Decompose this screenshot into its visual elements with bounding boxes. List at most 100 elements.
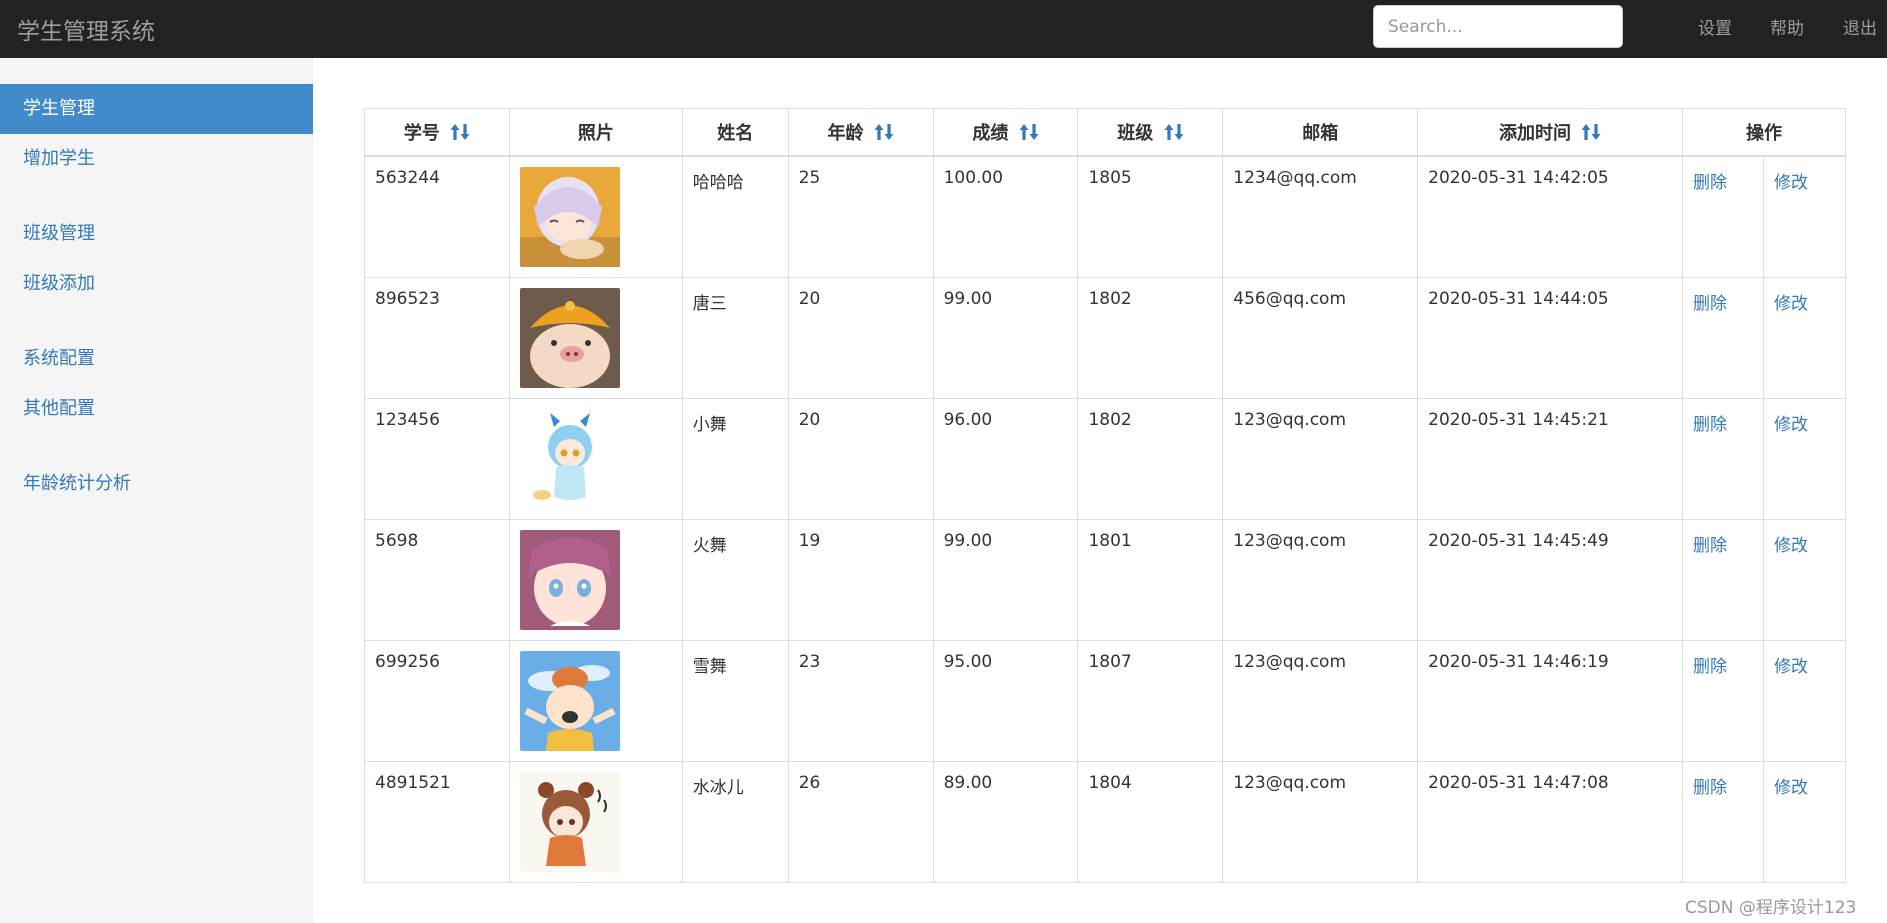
table-header-row: 学号 照片 姓名 年龄 成绩 班级 邮箱 添加时间 操作 bbox=[364, 108, 1846, 157]
sidebar-item-student-management[interactable]: 学生管理 bbox=[0, 84, 313, 134]
cell-class: 1802 bbox=[1077, 397, 1224, 520]
table-row: 896523 唐三 20 99.00 1802 456@qq.com 2020-… bbox=[364, 276, 1847, 399]
cell-score: 95.00 bbox=[932, 639, 1079, 762]
cell-photo bbox=[508, 276, 683, 399]
header-photo: 照片 bbox=[508, 108, 683, 157]
edit-link[interactable]: 修改 bbox=[1774, 294, 1808, 314]
edit-link[interactable]: 修改 bbox=[1774, 536, 1808, 556]
cell-name: 哈哈哈 bbox=[681, 155, 789, 278]
sort-desc-icon[interactable] bbox=[1174, 123, 1183, 140]
cell-age: 19 bbox=[787, 518, 934, 641]
header-actions: 操作 bbox=[1682, 108, 1846, 157]
cell-photo bbox=[508, 639, 683, 762]
edit-link[interactable]: 修改 bbox=[1774, 657, 1808, 677]
cell-delete: 删除 bbox=[1682, 639, 1764, 762]
sort-asc-icon[interactable] bbox=[874, 123, 884, 140]
sort-asc-icon[interactable] bbox=[1164, 123, 1173, 140]
cell-photo bbox=[508, 760, 683, 883]
header-age: 年龄 bbox=[787, 108, 934, 157]
cell-name: 雪舞 bbox=[681, 639, 789, 762]
sidebar-item-class-management[interactable]: 班级管理 bbox=[0, 209, 313, 259]
sort-asc-icon[interactable] bbox=[450, 123, 460, 140]
student-photo bbox=[519, 529, 620, 630]
edit-link[interactable]: 修改 bbox=[1774, 415, 1808, 435]
delete-link[interactable]: 删除 bbox=[1693, 778, 1727, 798]
sort-desc-icon[interactable] bbox=[460, 123, 470, 140]
cell-age: 26 bbox=[787, 760, 934, 883]
cell-edit: 修改 bbox=[1762, 397, 1847, 520]
delete-link[interactable]: 删除 bbox=[1693, 536, 1727, 556]
student-table: 学号 照片 姓名 年龄 成绩 班级 邮箱 添加时间 操作 563244 哈哈哈 … bbox=[364, 108, 1847, 883]
sort-arrows-icon[interactable] bbox=[874, 123, 894, 141]
table-row: 699256 雪舞 23 95.00 1807 123@qq.com 2020-… bbox=[364, 639, 1847, 762]
cell-name: 小舞 bbox=[681, 397, 789, 520]
cell-score: 99.00 bbox=[932, 276, 1079, 399]
settings-link[interactable]: 设置 bbox=[1698, 14, 1732, 39]
header-class-label: 班级 bbox=[1117, 122, 1154, 144]
cell-email: 123@qq.com bbox=[1222, 518, 1419, 641]
cell-name: 唐三 bbox=[681, 276, 789, 399]
cell-id: 699256 bbox=[364, 639, 510, 762]
cell-age: 23 bbox=[787, 639, 934, 762]
cell-delete: 删除 bbox=[1682, 276, 1764, 399]
edit-link[interactable]: 修改 bbox=[1774, 778, 1808, 798]
help-link[interactable]: 帮助 bbox=[1770, 14, 1804, 39]
cell-score: 96.00 bbox=[932, 397, 1079, 520]
sort-arrows-icon[interactable] bbox=[1581, 123, 1601, 141]
cell-delete: 删除 bbox=[1682, 155, 1764, 278]
sort-desc-icon[interactable] bbox=[1591, 123, 1601, 140]
cell-age: 25 bbox=[787, 155, 934, 278]
cell-class: 1801 bbox=[1077, 518, 1224, 641]
cell-email: 123@qq.com bbox=[1222, 397, 1419, 520]
header-time-label: 添加时间 bbox=[1498, 122, 1571, 144]
header-class: 班级 bbox=[1077, 108, 1224, 157]
cell-time: 2020-05-31 14:42:05 bbox=[1417, 155, 1684, 278]
cell-time: 2020-05-31 14:45:21 bbox=[1417, 397, 1684, 520]
cell-class: 1804 bbox=[1077, 760, 1224, 883]
sort-arrows-icon[interactable] bbox=[1019, 123, 1039, 141]
cell-class: 1807 bbox=[1077, 639, 1224, 762]
cell-id: 896523 bbox=[364, 276, 510, 399]
sidebar-item-system-config[interactable]: 系统配置 bbox=[0, 334, 313, 384]
sort-asc-icon[interactable] bbox=[1019, 123, 1029, 140]
cell-email: 123@qq.com bbox=[1222, 639, 1419, 762]
cell-score: 89.00 bbox=[932, 760, 1079, 883]
student-photo bbox=[519, 166, 620, 267]
delete-link[interactable]: 删除 bbox=[1693, 294, 1727, 314]
sort-arrows-icon[interactable] bbox=[450, 123, 470, 141]
cell-delete: 删除 bbox=[1682, 760, 1764, 883]
student-photo bbox=[519, 650, 620, 751]
delete-link[interactable]: 删除 bbox=[1693, 657, 1727, 677]
sidebar-item-add-student[interactable]: 增加学生 bbox=[0, 134, 313, 184]
logout-link[interactable]: 退出 bbox=[1843, 14, 1877, 39]
cell-id: 4891521 bbox=[364, 760, 510, 883]
sort-asc-icon[interactable] bbox=[1581, 123, 1591, 140]
student-photo bbox=[519, 408, 620, 509]
header-id: 学号 bbox=[364, 108, 510, 157]
header-age-label: 年龄 bbox=[827, 122, 864, 144]
app-title[interactable]: 学生管理系统 bbox=[17, 12, 155, 46]
delete-link[interactable]: 删除 bbox=[1693, 415, 1727, 435]
cell-email: 1234@qq.com bbox=[1222, 155, 1419, 278]
header-score-label: 成绩 bbox=[972, 122, 1009, 144]
cell-email: 456@qq.com bbox=[1222, 276, 1419, 399]
cell-class: 1805 bbox=[1077, 155, 1224, 278]
sort-desc-icon[interactable] bbox=[1029, 123, 1039, 140]
edit-link[interactable]: 修改 bbox=[1774, 173, 1808, 193]
sidebar-item-class-add[interactable]: 班级添加 bbox=[0, 259, 313, 309]
cell-delete: 删除 bbox=[1682, 397, 1764, 520]
sort-desc-icon[interactable] bbox=[884, 123, 894, 140]
cell-edit: 修改 bbox=[1762, 518, 1847, 641]
search-input[interactable] bbox=[1373, 5, 1623, 48]
sidebar: 学生管理 增加学生 班级管理 班级添加 系统配置 其他配置 年龄统计分析 bbox=[0, 58, 313, 923]
cell-delete: 删除 bbox=[1682, 518, 1764, 641]
sort-arrows-icon[interactable] bbox=[1164, 123, 1184, 141]
sidebar-item-age-statistics[interactable]: 年龄统计分析 bbox=[0, 459, 313, 509]
cell-age: 20 bbox=[787, 276, 934, 399]
cell-time: 2020-05-31 14:46:19 bbox=[1417, 639, 1684, 762]
cell-id: 563244 bbox=[364, 155, 510, 278]
sidebar-item-other-config[interactable]: 其他配置 bbox=[0, 384, 313, 434]
student-photo bbox=[519, 771, 620, 872]
delete-link[interactable]: 删除 bbox=[1693, 173, 1727, 193]
cell-photo bbox=[508, 155, 683, 278]
